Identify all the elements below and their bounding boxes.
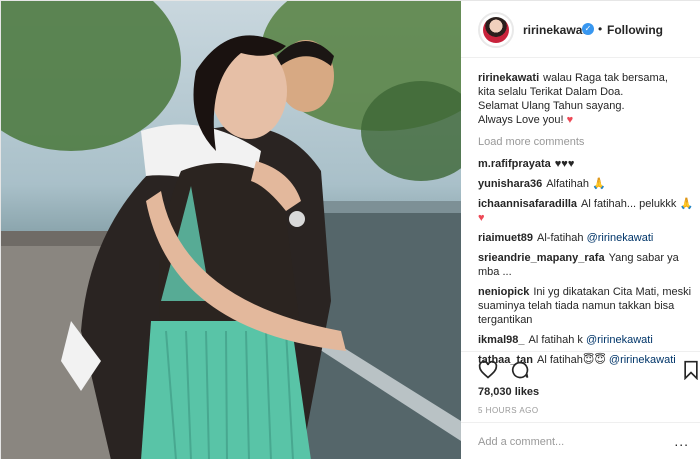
load-more-comments-button[interactable]: Load more comments [478,135,694,149]
comment-text: Alfatihah 🙏 [546,178,606,190]
comment-item: yunishara36 Alfatihah 🙏 [478,177,694,191]
post-header: ririnekawati ✓ • Following [461,1,700,58]
caption-line-0: walau Raga tak bersama, [543,72,668,84]
instagram-post-window: ririnekawati ✓ • Following ririnekawati w… [0,0,700,459]
caption-line-1: kita selalu Terikat Dalam Doa. [478,86,624,98]
post-side-panel: ririnekawati ✓ • Following ririnekawati w… [461,1,700,459]
comment-text: ♥♥♥ [554,158,575,170]
photo-illustration [1,1,461,459]
comment-mention[interactable]: @ririnekawati [586,334,653,346]
comment-username[interactable]: riaimuet89 [478,232,533,244]
comment-username[interactable]: neniopick [478,286,529,298]
add-comment-input[interactable] [478,433,658,451]
comment-item: neniopick Ini yg dikatakan Cita Mati, mes… [478,285,694,327]
comment-username[interactable]: yunishara36 [478,178,542,190]
comment-username[interactable]: m.rafifprayata [478,158,551,170]
more-options-icon[interactable]: ... [674,433,689,449]
heart-emoji: ♥ [566,114,574,126]
comment-item: ikmal98_ Al fatihah k @ririnekawati [478,333,694,347]
comment-item: m.rafifprayata ♥♥♥ [478,157,694,171]
comment-bubble-icon[interactable] [510,360,530,380]
comment-item: srieandrie_mapany_rafa Yang sabar ya mba … [478,251,694,279]
likes-count[interactable]: 78,030 likes [478,386,539,398]
heart-icon[interactable] [478,360,498,380]
comment-text: Al-fatihah [537,232,584,244]
comment-item: riaimuet89 Al-fatihah @ririnekawati [478,231,694,245]
comment-username[interactable]: srieandrie_mapany_rafa [478,252,605,264]
post-photo[interactable] [1,1,461,459]
verified-badge-icon: ✓ [582,23,594,35]
caption-line-3: Always Love you! [478,114,564,126]
comment-text: Al fatihah... pelukkk 🙏 [581,198,694,210]
caption-line-2: Selamat Ulang Tahun sayang. [478,100,625,112]
post-timestamp: 5 HOURS AGO [478,406,539,415]
bookmark-icon[interactable] [681,360,700,380]
caption: ririnekawati walau Raga tak bersama, kita… [478,71,694,127]
heart-emoji: ♥ [478,212,485,224]
comment-text: Al fatihah k [528,334,583,346]
caption-username[interactable]: ririnekawati [478,72,539,84]
following-button[interactable]: Following [607,23,663,37]
comment-item: ichaannisafaradilla Al fatihah... pelukkk… [478,197,694,225]
comment-username[interactable]: ichaannisafaradilla [478,198,577,210]
comment-mention[interactable]: @ririnekawati [587,232,654,244]
avatar[interactable] [478,12,514,48]
add-comment-bar: ... [461,422,700,459]
separator-dot: • [598,22,603,36]
post-username[interactable]: ririnekawati [523,23,590,37]
comments-list: ririnekawati walau Raga tak bersama, kita… [478,71,694,373]
comment-username[interactable]: ikmal98_ [478,334,524,346]
